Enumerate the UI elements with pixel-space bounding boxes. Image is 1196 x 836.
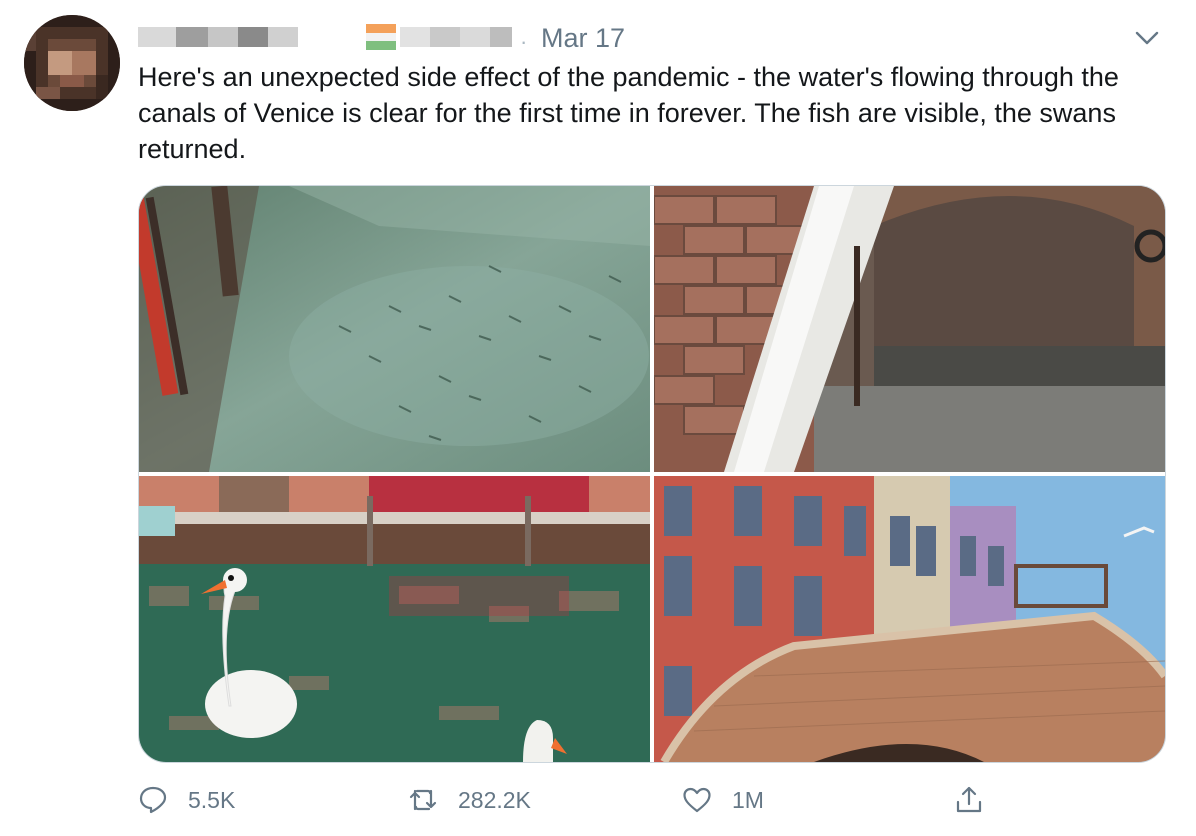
avatar[interactable] xyxy=(24,15,120,111)
like-count: 1M xyxy=(732,786,764,813)
photo-houses-bridge[interactable] xyxy=(654,476,1165,762)
share-button[interactable] xyxy=(954,780,984,820)
share-upload-icon xyxy=(956,786,982,813)
heart-icon xyxy=(683,787,711,813)
tweet-text: Here's an unexpected side effect of the … xyxy=(138,62,1119,164)
display-name-redacted[interactable] xyxy=(138,27,364,47)
tweet-actions: 5.5K 282.2K 1M xyxy=(138,780,1138,822)
reply-count: 5.5K xyxy=(188,786,236,813)
tweet-date[interactable]: Mar 17 xyxy=(541,23,625,54)
separator-dot: · xyxy=(520,29,528,54)
photo-brick-bridge[interactable] xyxy=(654,186,1165,472)
chevron-down-icon[interactable] xyxy=(1134,26,1160,50)
retweet-arrows-icon xyxy=(409,789,437,811)
reply-button[interactable]: 5.5K xyxy=(138,780,235,820)
tweet-header: · Mar 17 xyxy=(138,20,1166,54)
handle-redacted[interactable] xyxy=(400,27,512,47)
retweet-count: 282.2K xyxy=(458,786,531,813)
photo-swans[interactable] xyxy=(139,476,650,762)
photo-canal-fish[interactable] xyxy=(139,186,650,472)
retweet-button[interactable]: 282.2K xyxy=(408,780,531,820)
media-grid xyxy=(138,185,1166,763)
like-button[interactable]: 1M xyxy=(682,780,764,820)
india-flag-icon xyxy=(366,24,396,50)
tweet: · Mar 17 Here's an unexpected side effec… xyxy=(0,0,1196,836)
speech-bubble-icon xyxy=(139,786,167,814)
